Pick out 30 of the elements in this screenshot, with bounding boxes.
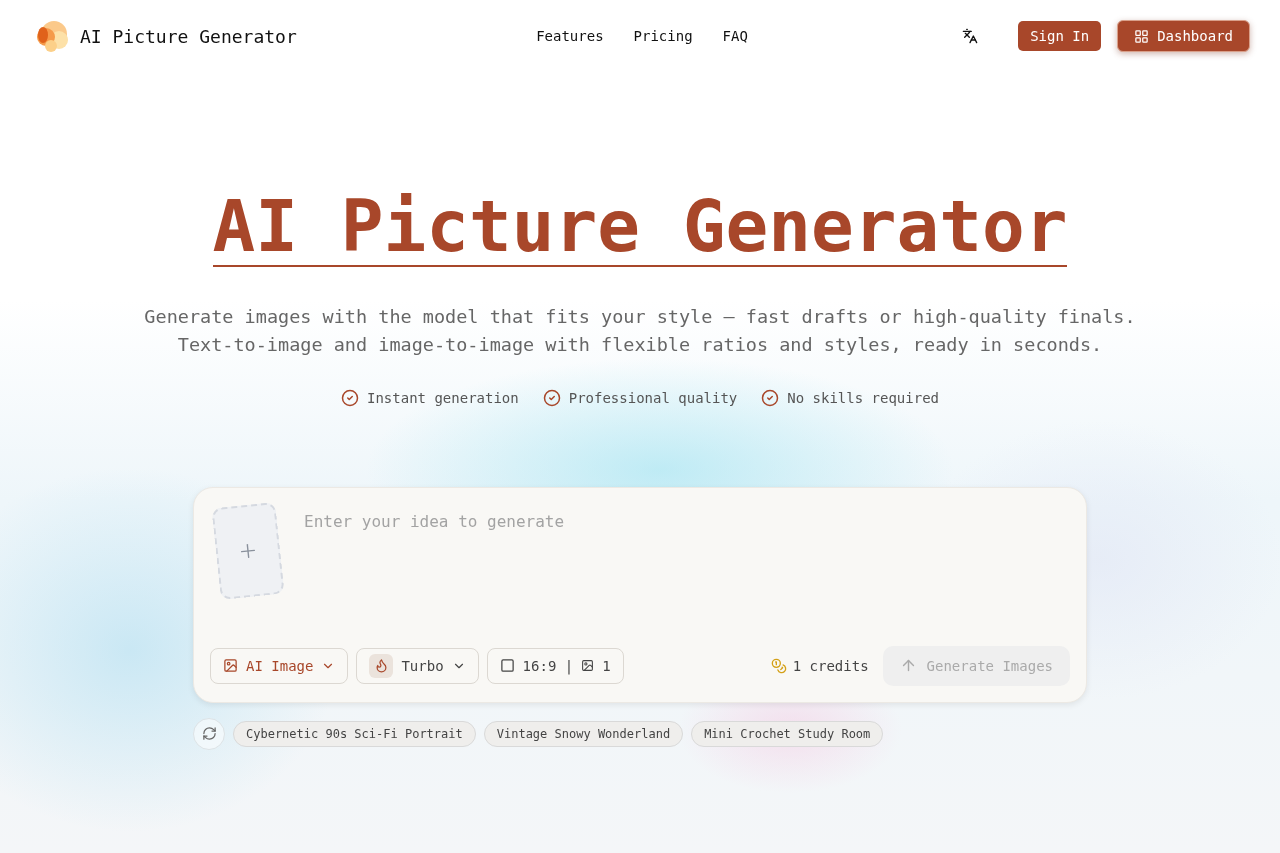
dashboard-button[interactable]: Dashboard	[1117, 20, 1250, 52]
refresh-button[interactable]	[193, 717, 225, 750]
check-circle-icon	[542, 388, 561, 407]
nav-link[interactable]: FAQ	[722, 28, 748, 44]
sign-in-button[interactable]: Sign In	[1018, 21, 1102, 51]
suggestion-chip[interactable]: Vintage Snowy Wonderland	[483, 720, 684, 747]
check-circle-icon	[761, 388, 780, 407]
mode-dropdown[interactable]: AI Image	[210, 647, 349, 684]
credits-count: 1 credits	[792, 657, 869, 674]
model-dropdown[interactable]: Turbo	[356, 647, 479, 684]
hero-subtitle: Generate images with the model that fits your style — fast drafts or high-quality finals. Text-to-image and image-to-image with flexible ratios and styles, ready in seconds.	[144, 304, 1136, 357]
feature-label: Professional quality	[568, 389, 738, 406]
suggestion-chip[interactable]: Mini Crochet Study Room	[691, 720, 884, 747]
logo-icon	[34, 18, 70, 54]
feature-label: Instant generation	[367, 389, 519, 406]
square-icon	[499, 658, 515, 674]
coins-icon	[770, 657, 787, 674]
image-icon	[223, 658, 238, 674]
ratio-settings-button[interactable]: 16:9 | 1	[486, 647, 624, 684]
brand-name: AI Picture Generator	[80, 25, 297, 47]
check-circle-icon	[341, 388, 359, 407]
feature-label: No skills required	[787, 389, 939, 406]
grid-icon	[1134, 28, 1150, 44]
flame-icon	[369, 653, 394, 678]
suggestion-chip[interactable]: Cybernetic 90s Sci-Fi Portrait	[233, 720, 476, 747]
refresh-icon	[201, 726, 217, 742]
nav-link[interactable]: Pricing	[633, 28, 693, 44]
hero-title: AI Picture Generator	[212, 190, 1068, 267]
image-icon	[581, 659, 595, 673]
nav-link[interactable]: Features	[536, 28, 604, 44]
